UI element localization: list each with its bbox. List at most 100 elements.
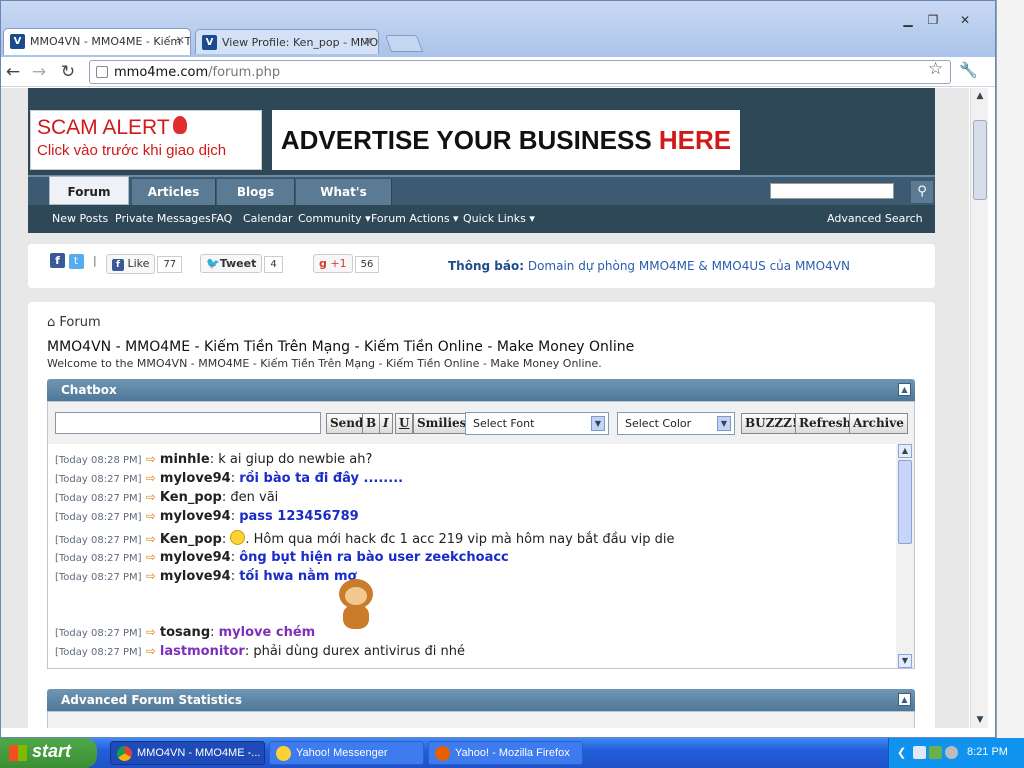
home-icon[interactable]: ⌂	[47, 315, 55, 330]
start-button[interactable]: start	[0, 738, 97, 768]
smilies-button[interactable]: Smilies	[413, 413, 471, 434]
tab-articles[interactable]: Articles	[132, 179, 216, 205]
tweet-button[interactable]: 🐦Tweet 4	[200, 254, 283, 274]
task-chrome[interactable]: MMO4VN - MMO4ME -...	[110, 741, 265, 765]
link-new-posts[interactable]: New Posts	[52, 212, 108, 225]
font-select-value: Select Font	[473, 417, 535, 430]
maximize-icon[interactable]: ❐	[922, 11, 944, 29]
close-tab-icon[interactable]: ✕	[176, 34, 185, 47]
tray-app-icon[interactable]	[913, 746, 926, 759]
chat-message-input[interactable]	[55, 412, 321, 434]
breadcrumb[interactable]: ⌂ Forum	[47, 315, 101, 330]
scam-alert-title: SCAM ALERT	[37, 116, 170, 139]
scroll-down-icon[interactable]: ▼	[898, 654, 912, 668]
back-arrow-icon[interactable]: ←	[1, 60, 25, 84]
chat-message: [Today 08:27 PM] ⇨ Ken_pop: . Hôm qua mớ…	[55, 530, 675, 547]
collapse-icon[interactable]: ▲	[898, 693, 911, 706]
sub-nav: New Posts Private Messages FAQ Calendar …	[28, 205, 935, 233]
tab-view-profile[interactable]: V View Profile: Ken_pop - MMO ✕	[195, 29, 379, 54]
scroll-thumb[interactable]	[973, 120, 987, 200]
link-faq[interactable]: FAQ	[211, 212, 232, 225]
browser-window: V MMO4VN - MMO4ME - Kiếm Tiề ✕ V View Pr…	[0, 0, 996, 738]
chrome-icon	[117, 746, 132, 761]
gplus-label: +1	[330, 257, 347, 270]
tab-whats-new[interactable]: What's New?	[296, 179, 392, 225]
network-icon[interactable]	[929, 746, 942, 759]
notice-label: Thông báo:	[448, 259, 525, 273]
url-path: /forum.php	[208, 65, 281, 80]
scroll-up-icon[interactable]: ▲	[898, 444, 912, 458]
chat-username[interactable]: lastmonitor	[160, 644, 245, 659]
color-select[interactable]: Select Color ▼	[617, 412, 735, 435]
link-community[interactable]: Community ▾	[298, 212, 371, 225]
chat-username[interactable]: tosang	[160, 625, 210, 640]
chat-scrollbar[interactable]: ▲ ▼	[897, 444, 913, 668]
social-bar: f t | f Like 77 🐦Tweet 4 g +1 56 Thông báo:…	[28, 244, 935, 288]
google-plus-button[interactable]: g +1 56	[313, 254, 380, 274]
chat-username[interactable]: Ken_pop	[160, 532, 222, 547]
advertise-banner[interactable]: ADVERTISE YOUR BUSINESS HERE	[272, 110, 740, 170]
background-window	[996, 0, 1024, 738]
notice-ticker[interactable]: Thông báo: Domain dự phòng MMO4ME & MMO4…	[448, 259, 868, 273]
tab-blogs[interactable]: Blogs	[217, 179, 295, 205]
minimize-icon[interactable]: ▁	[897, 11, 919, 29]
chat-username[interactable]: mylove94	[160, 550, 231, 565]
tab-label: MMO4VN - MMO4ME - Kiếm Tiề	[30, 35, 191, 48]
archive-button[interactable]: Archive	[849, 413, 908, 434]
task-yahoo-messenger[interactable]: Yahoo! Messenger	[269, 741, 424, 765]
chat-username[interactable]: mylove94	[160, 569, 231, 584]
arrow-icon: ⇨	[145, 452, 156, 466]
breadcrumb-forum[interactable]: Forum	[59, 315, 100, 330]
tab-forum[interactable]: Forum	[49, 176, 129, 205]
twitter-icon[interactable]: t	[68, 254, 84, 269]
tweet-label: Tweet	[219, 257, 257, 270]
reload-icon[interactable]: ↻	[56, 60, 80, 84]
search-icon[interactable]: ⚲	[911, 181, 933, 203]
link-private-messages[interactable]: Private Messages	[115, 212, 211, 225]
yahoo-messenger-icon	[276, 746, 291, 761]
italic-button[interactable]: I	[379, 413, 393, 434]
new-tab-button[interactable]	[384, 35, 424, 52]
close-window-icon[interactable]: ✕	[954, 11, 976, 29]
tweet-count: 4	[264, 256, 283, 273]
header-search-input[interactable]	[770, 183, 894, 199]
collapse-icon[interactable]: ▲	[898, 383, 911, 396]
link-forum-actions[interactable]: Forum Actions ▾	[371, 212, 459, 225]
facebook-like-button[interactable]: f Like 77	[106, 254, 183, 274]
chat-message: [Today 08:27 PM] ⇨ Ken_pop: đen vãi	[55, 490, 279, 505]
windows-logo-icon	[9, 745, 27, 761]
scam-alert-banner[interactable]: SCAM ALERT Click vào trước khi giao dịch	[30, 110, 262, 170]
scroll-thumb[interactable]	[898, 460, 912, 544]
chat-username[interactable]: Ken_pop	[160, 490, 222, 505]
address-bar[interactable]: mmo4me.com/forum.php	[89, 60, 951, 84]
arrow-icon: ⇨	[145, 509, 156, 523]
scroll-down-icon[interactable]: ▼	[973, 713, 987, 727]
chat-username[interactable]: minhle	[160, 452, 210, 467]
monkey-emoticon-icon	[333, 579, 379, 631]
arrow-icon: ⇨	[145, 532, 156, 546]
wrench-menu-icon[interactable]: 🔧	[959, 61, 978, 79]
font-select[interactable]: Select Font ▼	[465, 412, 609, 435]
tab-mmo4vn-forum[interactable]: V MMO4VN - MMO4ME - Kiếm Tiề ✕	[3, 28, 191, 55]
page-scrollbar[interactable]: ▲ ▼	[970, 88, 988, 728]
page-title: MMO4VN - MMO4ME - Kiếm Tiền Trên Mạng - …	[47, 339, 635, 355]
color-select-value: Select Color	[625, 417, 692, 430]
bookmark-star-icon[interactable]: ☆	[928, 59, 943, 79]
forward-arrow-icon[interactable]: →	[27, 60, 51, 84]
link-quick-links[interactable]: Quick Links ▾	[463, 212, 535, 225]
chat-username[interactable]: mylove94	[160, 509, 231, 524]
chat-username[interactable]: mylove94	[160, 471, 231, 486]
tray-expand-icon[interactable]: ❮	[897, 746, 910, 759]
link-advanced-search[interactable]: Advanced Search	[827, 212, 923, 225]
chevron-down-icon: ▼	[591, 416, 605, 431]
main-content: ⌂ Forum MMO4VN - MMO4ME - Kiếm Tiền Trên…	[28, 302, 935, 728]
bold-button[interactable]: B	[362, 413, 381, 434]
underline-button[interactable]: U	[395, 413, 414, 434]
scroll-up-icon[interactable]: ▲	[973, 89, 987, 103]
facebook-icon[interactable]: f	[50, 253, 65, 268]
task-firefox[interactable]: Yahoo! - Mozilla Firefox	[428, 741, 583, 765]
link-calendar[interactable]: Calendar	[243, 212, 292, 225]
volume-icon[interactable]	[945, 746, 958, 759]
close-tab-icon[interactable]: ✕	[364, 35, 373, 48]
refresh-button[interactable]: Refresh	[795, 413, 856, 434]
